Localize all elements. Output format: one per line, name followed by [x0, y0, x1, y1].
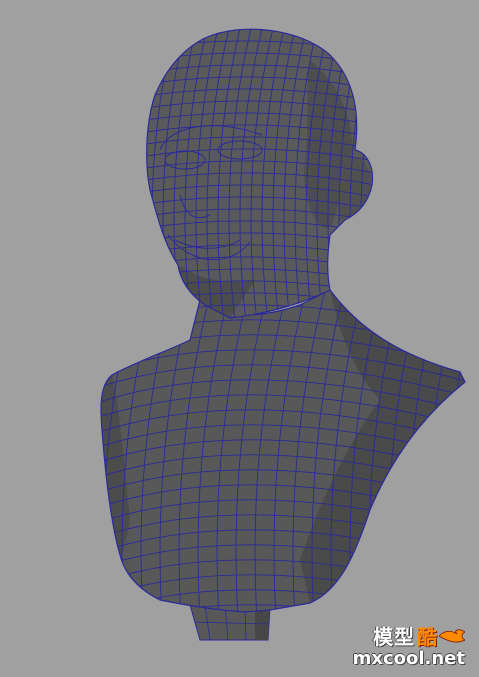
watermark: 模型 酷 mxcool.net: [353, 621, 465, 669]
watermark-brand: 酷: [417, 625, 437, 649]
watermark-url: mxcool.net: [352, 648, 465, 669]
watermark-chinese: 模型: [373, 625, 415, 649]
flame-icon: [439, 628, 465, 642]
bust-model[interactable]: [0, 0, 479, 677]
head: [146, 28, 374, 319]
viewport[interactable]: 模型 酷 mxcool.net: [0, 0, 479, 677]
torso: [100, 289, 466, 613]
